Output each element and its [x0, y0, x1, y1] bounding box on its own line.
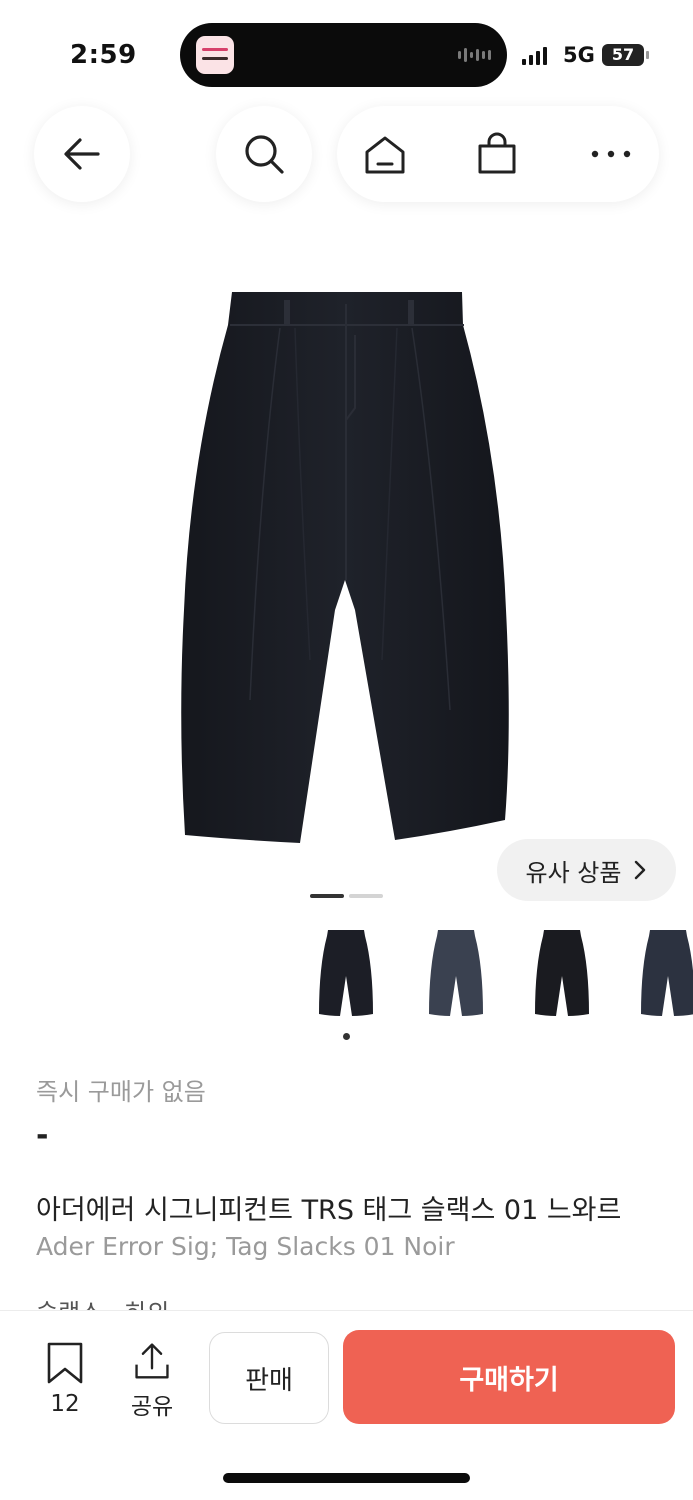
similar-products-button[interactable]: 유사 상품 [497, 839, 676, 901]
slacks-thumbnail [319, 930, 373, 1016]
search-icon [245, 135, 284, 174]
availability-text: 즉시 구매가 없음 [36, 1078, 206, 1106]
bottom-action-bar: 12 공유 판매 구매하기 [0, 1310, 693, 1500]
share-icon [135, 1343, 169, 1379]
buy-button[interactable]: 구매하기 [343, 1330, 675, 1424]
product-image[interactable] [150, 280, 540, 860]
chevron-right-icon [635, 860, 646, 880]
more-button[interactable] [587, 130, 635, 178]
thumbnail-shape [319, 930, 373, 1016]
search-button[interactable] [216, 106, 312, 202]
home-icon [365, 136, 405, 174]
thumbnail-3[interactable] [512, 920, 612, 1024]
network-type: 5G [563, 43, 595, 67]
shopping-bag-icon [478, 132, 516, 174]
slide-indicator [349, 894, 383, 898]
thumbnail-shape [641, 930, 693, 1016]
arrow-left-icon [64, 138, 100, 170]
home-indicator[interactable] [223, 1473, 470, 1483]
share-label: 공유 [130, 1394, 174, 1420]
thumbnail-2[interactable] [406, 920, 506, 1024]
thumbnail-4[interactable] [618, 920, 693, 1024]
audio-wave-icon [458, 45, 491, 65]
slacks-thumbnail [641, 930, 693, 1016]
dynamic-island [180, 23, 507, 87]
status-time: 2:59 [70, 40, 137, 70]
now-playing-app-icon [196, 36, 234, 74]
slide-indicator-active [310, 894, 344, 898]
nav-actions [337, 106, 659, 202]
share-button[interactable]: 공유 [122, 1341, 182, 1421]
price: - [36, 1118, 49, 1153]
similar-products-label: 유사 상품 [525, 858, 622, 887]
thumbnail-selected-dot [343, 1033, 350, 1040]
bookmark-count: 12 [50, 1391, 80, 1417]
thumbnail-shape [535, 930, 589, 1016]
category-tags[interactable]: 슬랙스 · 하의 [36, 1293, 169, 1311]
product-subtitle: Ader Error Sig; Tag Slacks 01 Noir [36, 1232, 455, 1261]
thumbnail-1[interactable] [296, 920, 396, 1024]
slacks-thumbnail [429, 930, 483, 1016]
thumbnail-shape [429, 930, 483, 1016]
product-title: 아더에러 시그니피컨트 TRS 태그 슬랙스 01 느와르 [36, 1195, 622, 1226]
bookmark-button[interactable]: 12 [38, 1341, 92, 1421]
slacks-thumbnail [535, 930, 589, 1016]
bookmark-icon [47, 1342, 83, 1384]
bag-button[interactable] [473, 130, 521, 178]
back-button[interactable] [34, 106, 130, 202]
cellular-signal-icon [522, 47, 547, 65]
status-bar: 2:59 5G 57 [0, 0, 693, 100]
thumbnail-strip [296, 920, 693, 1030]
home-button[interactable] [361, 130, 409, 178]
slacks-illustration [181, 292, 509, 843]
battery-icon: 57 [602, 44, 649, 66]
sell-button[interactable]: 판매 [209, 1332, 329, 1424]
more-horizontal-icon [591, 150, 631, 158]
